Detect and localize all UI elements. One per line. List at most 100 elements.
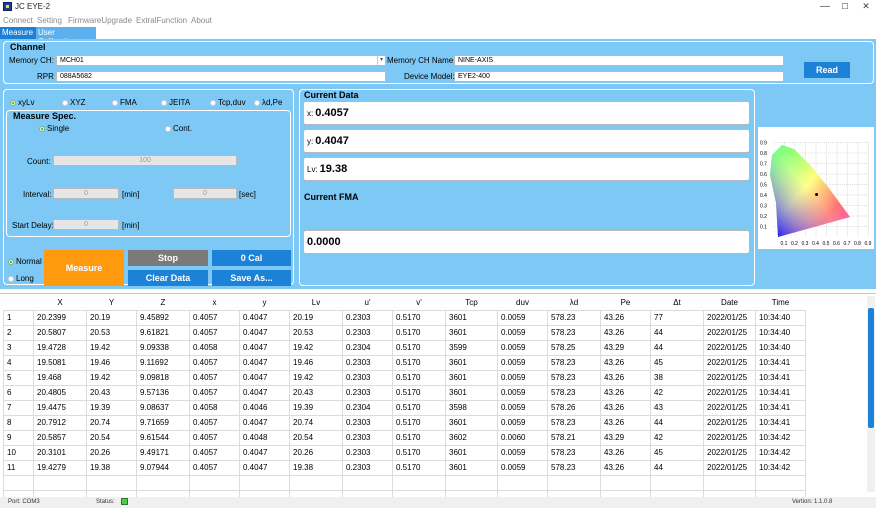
count-field[interactable]: 100	[53, 155, 237, 166]
table-row[interactable]: 5 19.468 19.42 9.09818 0.4057 0.4047 19.42 0.23…	[3, 369, 806, 386]
y-tick-label: 0.7	[760, 162, 767, 168]
device-model-field[interactable]: EYE2-400	[454, 71, 784, 82]
stop-button[interactable]: Stop	[128, 250, 208, 266]
mode-xyz-label: XYZ	[70, 98, 86, 107]
column-header[interactable]: Y	[87, 296, 137, 310]
column-header[interactable]: duv	[498, 296, 548, 310]
column-header[interactable]: Z	[137, 296, 190, 310]
memory-ch-name-field[interactable]: NINE-AXIS	[454, 55, 784, 66]
tab-measure[interactable]: Measure	[0, 27, 36, 39]
single-radio[interactable]: Single	[39, 124, 69, 133]
table-row[interactable]: 8 20.7912 20.74 9.71659 0.4057 0.4047 20.74 0.2…	[3, 414, 806, 431]
menu-about[interactable]: About	[191, 16, 212, 25]
mode-fma-radio[interactable]: FMA	[112, 98, 137, 107]
read-button[interactable]: Read	[804, 62, 850, 78]
table-row[interactable]: 11 19.4279 19.38 9.07944 0.4057 0.4047 19.38 0.…	[3, 459, 806, 476]
table-row[interactable]: 10 20.3101 20.26 9.49171 0.4057 0.4047 20.26 0.…	[3, 444, 806, 461]
table-row[interactable]: 7 19.4475 19.39 9.08637 0.4058 0.4046 19.39 0.2…	[3, 399, 806, 416]
column-header[interactable]: x	[190, 296, 240, 310]
maximize-button[interactable]: ☐	[835, 2, 855, 11]
column-header[interactable]: Pe	[601, 296, 651, 310]
table-cell: 19.42	[86, 369, 137, 386]
app-logo-icon	[3, 2, 12, 11]
column-header[interactable]: Lv	[290, 296, 343, 310]
column-header[interactable]: λd	[548, 296, 601, 310]
scrollbar-thumb[interactable]	[868, 308, 874, 428]
table-row[interactable]: 9 20.5857 20.54 9.61544 0.4057 0.4048 20.54 0.2…	[3, 429, 806, 446]
table-cell: 3601	[445, 369, 498, 386]
table-cell: 19.38	[86, 459, 137, 476]
table-cell: 0.2304	[342, 339, 393, 356]
table-cell: 578.23	[547, 354, 601, 371]
minimize-button[interactable]: —	[815, 1, 835, 12]
menu-setting[interactable]: Setting	[37, 16, 62, 25]
column-header[interactable]: v'	[393, 296, 446, 310]
table-cell: 42	[650, 384, 704, 401]
mode-ld-pe-radio[interactable]: λd,Pe	[254, 98, 282, 107]
column-header[interactable]: u'	[343, 296, 393, 310]
long-radio[interactable]: Long	[8, 274, 34, 283]
table-cell	[136, 474, 190, 491]
normal-label: Normal	[16, 257, 42, 266]
mode-tcp-duv-label: Tcp,duv	[218, 98, 246, 107]
close-button[interactable]: ✕	[856, 1, 876, 12]
mode-tcp-duv-radio[interactable]: Tcp,duv	[210, 98, 246, 107]
version-label: Vertion: 1.1.0.8	[792, 499, 833, 505]
table-row[interactable]: 3 19.4728 19.42 9.09338 0.4058 0.4047 19.42 0.2…	[3, 339, 806, 356]
measure-button[interactable]: Measure	[44, 250, 124, 286]
column-header[interactable]: Date	[704, 296, 756, 310]
lv-label: Lv:	[307, 165, 318, 174]
cont-radio[interactable]: Cont.	[165, 124, 192, 133]
table-cell: 44	[650, 339, 704, 356]
mode-jeita-radio[interactable]: JEITA	[161, 98, 190, 107]
table-cell: 10:34:41	[755, 384, 806, 401]
empty-table-row	[3, 474, 806, 491]
table-row[interactable]: 4 19.5081 19.46 9.11692 0.4057 0.4047 19.46 0.2…	[3, 354, 806, 371]
table-cell: 44	[650, 459, 704, 476]
table-row[interactable]: 1 20.2399 20.19 9.45892 0.4057 0.4047 20.19 0.2…	[3, 309, 806, 326]
measure-spec-panel: Measure Spec. Single Cont. Count: 100 In…	[6, 110, 291, 237]
interval-min-field[interactable]: 0	[53, 188, 119, 199]
normal-radio[interactable]: Normal	[8, 257, 42, 266]
y-tick-label: 0.1	[760, 225, 767, 231]
table-cell: 20.26	[86, 444, 137, 461]
zero-cal-button[interactable]: 0 Cal	[212, 250, 291, 266]
tab-user-calibration[interactable]: User Calibration	[36, 27, 96, 46]
rpr-tag-field[interactable]: 088A5682	[56, 71, 386, 82]
column-header[interactable]: Δt	[651, 296, 704, 310]
menu-extral-function[interactable]: ExtralFunction	[136, 16, 187, 25]
interval-label: Interval:	[23, 190, 52, 199]
mode-xyz-radio[interactable]: XYZ	[62, 98, 86, 107]
clear-data-button[interactable]: Clear Data	[128, 270, 208, 286]
interval-sec-field[interactable]: 0	[173, 188, 237, 199]
save-as-button[interactable]: Save As...	[212, 270, 291, 286]
table-cell	[3, 474, 34, 491]
y-tick-label: 0.6	[760, 172, 767, 178]
table-cell: 2022/01/25	[703, 384, 756, 401]
column-header[interactable]: Time	[756, 296, 806, 310]
table-cell: 0.2303	[342, 354, 393, 371]
table-cell: 3598	[445, 399, 498, 416]
table-row[interactable]: 6 20.4805 20.43 9.57136 0.4057 0.4047 20.43 0.2…	[3, 384, 806, 401]
table-cell: 0.0059	[497, 444, 548, 461]
column-header[interactable]: X	[34, 296, 87, 310]
table-cell: 4	[3, 354, 34, 371]
menu-firmware-upgrade[interactable]: FirmwareUpgrade	[68, 16, 132, 25]
table-cell: 0.4047	[239, 309, 290, 326]
mode-xylv-radio[interactable]: xyLv	[10, 98, 34, 107]
memory-ch-select[interactable]: MCH01 ▾	[56, 55, 386, 66]
radio-icon	[161, 99, 167, 106]
vertical-scrollbar[interactable]	[867, 296, 875, 492]
table-row[interactable]: 2 20.5807 20.53 9.61821 0.4057 0.4047 20.53 0.2…	[3, 324, 806, 341]
channel-panel: Channel Memory CH: MCH01 ▾ RPR Tag: 088A…	[3, 41, 874, 84]
column-header[interactable]	[4, 296, 34, 310]
column-header[interactable]: y	[240, 296, 290, 310]
table-cell: 0.5170	[392, 429, 446, 446]
menu-connect[interactable]: Connect	[3, 16, 33, 25]
table-cell: 0.5170	[392, 414, 446, 431]
start-delay-field[interactable]: 0	[53, 219, 119, 230]
long-label: Long	[16, 274, 34, 283]
table-cell: 10:34:40	[755, 339, 806, 356]
column-header[interactable]: Tcp	[446, 296, 498, 310]
window-title: JC EYE-2	[15, 2, 51, 11]
